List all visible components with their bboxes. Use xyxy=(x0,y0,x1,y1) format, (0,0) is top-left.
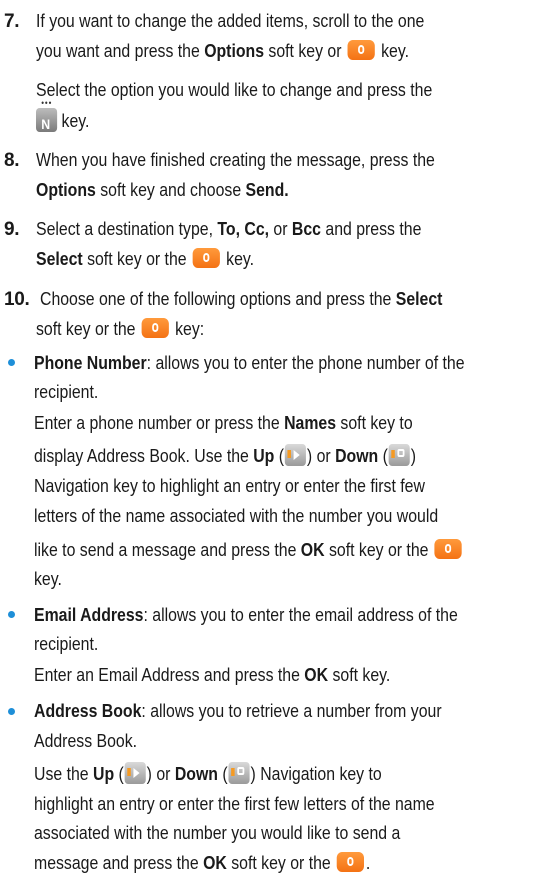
step-7-number: 7. xyxy=(4,10,20,32)
step-7-line-2: you want and press the Options soft key … xyxy=(36,40,409,62)
step-9-line-2: Select soft key or the key. xyxy=(36,248,255,270)
phone-number-line-2: recipient. xyxy=(34,382,99,403)
down-navigation-key-icon xyxy=(228,762,250,785)
orange-soft-key-icon xyxy=(141,318,169,339)
step-9-line-1: Select a destination type, To, Cc, or Bc… xyxy=(36,218,422,239)
address-book-line-1: Address Book: allows you to retrieve a n… xyxy=(34,701,442,722)
step-9-number: 9. xyxy=(4,218,20,240)
bullet-dot-icon xyxy=(8,707,15,715)
email-address-line-2: recipient. xyxy=(34,634,99,655)
phone-number-line-1: Phone Number: allows you to enter the ph… xyxy=(34,352,465,373)
phone-number-line-6: letters of the name associated with the … xyxy=(34,506,439,527)
phone-number-line-8: key. xyxy=(34,569,62,590)
address-book-line-5: associated with the number you would lik… xyxy=(34,823,401,844)
step-10-number: 10. xyxy=(4,288,30,310)
email-address-line-1: Email Address: allows you to enter the e… xyxy=(34,604,458,625)
step-10-line-1: Choose one of the following options and … xyxy=(40,288,443,309)
phone-number-line-5: Navigation key to highlight an entry or … xyxy=(34,475,425,496)
up-navigation-key-icon xyxy=(124,762,146,785)
phone-number-line-3: Enter a phone number or press the Names … xyxy=(34,412,413,433)
bullet-dot-icon xyxy=(8,611,15,619)
down-navigation-key-icon xyxy=(388,444,410,467)
phone-number-line-7: like to send a message and press the OK … xyxy=(34,535,464,566)
menu-key-icon: ••• xyxy=(36,99,58,140)
step-7-line-4: ••• key. xyxy=(36,99,89,140)
orange-soft-key-icon xyxy=(347,40,375,61)
orange-soft-key-icon xyxy=(192,248,221,269)
bullet-dot-icon xyxy=(8,359,15,367)
step-8-number: 8. xyxy=(4,150,20,172)
up-navigation-key-icon xyxy=(284,444,307,467)
manual-page: 7. If you want to change the added items… xyxy=(0,0,538,873)
step-7-line-3: Select the option you would like to chan… xyxy=(36,80,433,101)
email-address-line-3: Enter an Email Address and press the OK … xyxy=(34,664,391,685)
step-8-line-1: When you have finished creating the mess… xyxy=(36,150,435,171)
address-book-line-3: Use the Up () or Down () Navigation key … xyxy=(34,762,382,785)
address-book-line-4: highlight an entry or enter the first fe… xyxy=(34,793,435,814)
orange-soft-key-icon xyxy=(336,852,365,873)
address-book-line-6: message and press the OK soft key or the… xyxy=(34,852,371,874)
step-7-line-1: If you want to change the added items, s… xyxy=(36,10,425,31)
orange-soft-key-icon xyxy=(434,538,462,559)
step-10-line-2: soft key or the key: xyxy=(36,318,205,340)
address-book-line-2: Address Book. xyxy=(34,730,138,751)
phone-number-line-4: display Address Book. Use the Up () or D… xyxy=(34,444,417,467)
step-8-line-2: Options soft key and choose Send. xyxy=(36,179,289,200)
